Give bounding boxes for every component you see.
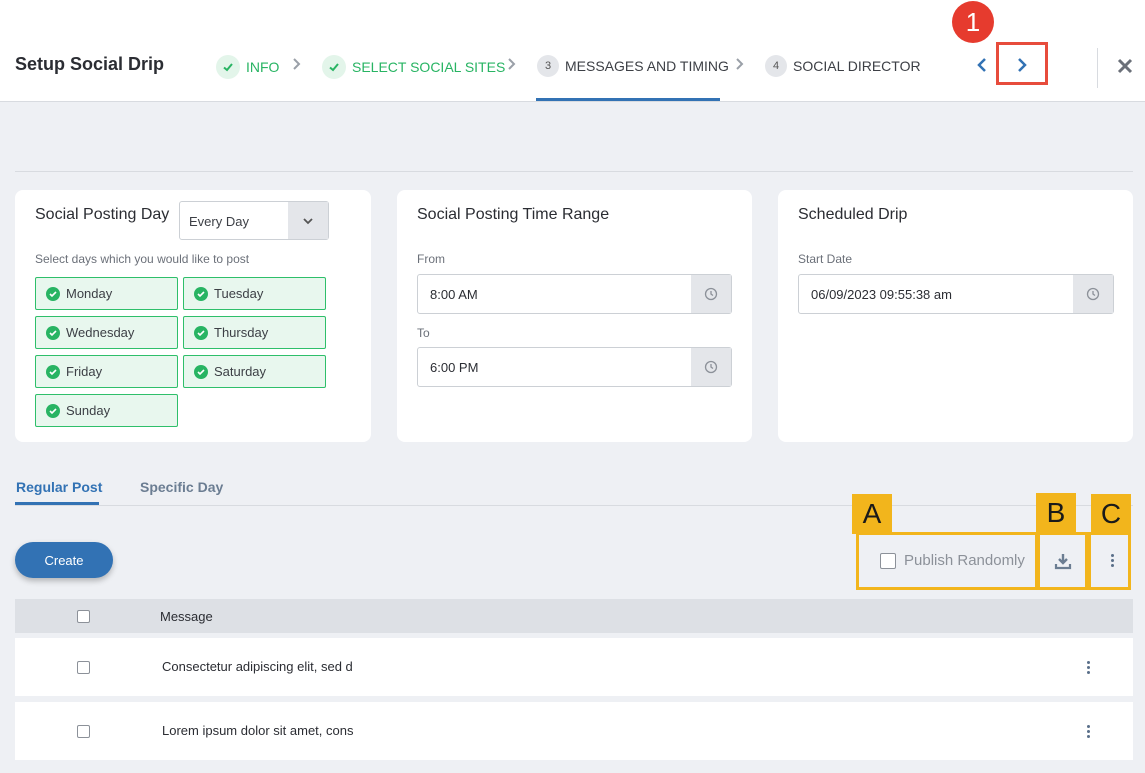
page-title: Setup Social Drip (15, 54, 165, 74)
check-circle-icon (46, 403, 60, 418)
day-tuesday[interactable]: Tuesday (183, 277, 326, 310)
day-label: Sunday (66, 403, 111, 418)
row-actions-icon[interactable] (1087, 661, 1090, 674)
row-actions-icon[interactable] (1087, 725, 1090, 738)
day-saturday[interactable]: Saturday (183, 355, 326, 388)
tab-specific-day[interactable]: Specific Day (140, 479, 223, 495)
check-circle-icon (194, 364, 208, 379)
card-title: Social Posting Time Range (417, 206, 610, 223)
select-value: Every Day (189, 214, 249, 229)
annotation-highlight-next (996, 42, 1048, 85)
download-icon (1054, 554, 1072, 570)
table-row[interactable]: Consectetur adipiscing elit, sed d (15, 638, 1133, 696)
card-title: Social Posting Day (35, 206, 170, 223)
close-icon (1117, 58, 1133, 74)
card-title: Scheduled Drip (798, 206, 908, 223)
input-value: 8:00 AM (430, 287, 478, 302)
annotation-label-a: A (852, 494, 892, 534)
select-all-checkbox[interactable] (77, 610, 90, 623)
step-info[interactable]: INFO (216, 55, 279, 79)
chevron-right-icon (507, 57, 517, 74)
more-options-button[interactable] (1111, 554, 1114, 567)
row-message: Lorem ipsum dolor sit amet, cons (162, 723, 354, 738)
posting-day-card: Social Posting Day Every Day Select days… (15, 190, 371, 442)
check-icon (216, 55, 240, 79)
table-header: Message (15, 599, 1133, 633)
step-social-director[interactable]: 4 SOCIAL DIRECTOR (765, 55, 921, 77)
publish-randomly-toggle[interactable]: Publish Randomly (880, 552, 1025, 569)
prev-step-button[interactable] (971, 52, 993, 78)
close-button[interactable] (1114, 55, 1136, 77)
row-checkbox[interactable] (77, 725, 90, 738)
annotation-label-c: C (1091, 494, 1131, 534)
chevron-right-icon (292, 57, 302, 74)
publish-randomly-label: Publish Randomly (904, 552, 1025, 569)
annotation-badge: 1 (952, 1, 994, 43)
time-range-card: Social Posting Time Range From 8:00 AM T… (397, 190, 752, 442)
day-label: Monday (66, 286, 113, 301)
scheduled-drip-card: Scheduled Drip Start Date 06/09/2023 09:… (778, 190, 1133, 442)
chevron-down-icon (288, 202, 328, 239)
to-time-input[interactable]: 6:00 PM (417, 347, 732, 387)
divider (1097, 48, 1098, 88)
chevron-right-icon (735, 57, 745, 74)
check-circle-icon (194, 325, 208, 340)
step-label: INFO (246, 59, 280, 75)
step-label: SOCIAL DIRECTOR (793, 58, 921, 74)
days-hint: Select days which you would like to post (35, 252, 250, 266)
step-label: MESSAGES AND TIMING (565, 58, 729, 74)
row-message: Consectetur adipiscing elit, sed d (162, 659, 353, 674)
clock-icon[interactable] (691, 275, 731, 313)
start-date-input[interactable]: 06/09/2023 09:55:38 am (798, 274, 1114, 314)
day-label: Thursday (214, 325, 269, 340)
create-button[interactable]: Create (15, 542, 113, 578)
column-header-message: Message (160, 609, 213, 624)
publish-randomly-checkbox[interactable] (880, 552, 896, 569)
day-label: Friday (66, 364, 103, 379)
step-messages-and-timing[interactable]: 3 MESSAGES AND TIMING (537, 55, 729, 77)
to-label: To (417, 326, 430, 340)
check-circle-icon (194, 286, 208, 301)
header-bar: Setup Social Drip INFO SELECT SOCIAL SIT… (0, 0, 1145, 102)
check-circle-icon (46, 364, 60, 379)
step-select-social-sites[interactable]: SELECT SOCIAL SITES (322, 55, 505, 79)
input-value: 06/09/2023 09:55:38 am (811, 287, 952, 302)
start-date-label: Start Date (798, 252, 853, 266)
step-number: 3 (537, 55, 559, 77)
day-thursday[interactable]: Thursday (183, 316, 326, 349)
check-circle-icon (46, 325, 60, 340)
check-circle-icon (46, 286, 60, 301)
table-row[interactable]: Lorem ipsum dolor sit amet, cons (15, 702, 1133, 760)
step-number: 4 (765, 55, 787, 77)
day-label: Wednesday (66, 325, 135, 340)
divider (15, 171, 1133, 172)
annotation-box-c (1088, 532, 1131, 590)
day-sunday[interactable]: Sunday (35, 394, 178, 427)
divider (15, 505, 1133, 506)
download-button[interactable] (1052, 550, 1074, 572)
day-label: Saturday (214, 364, 267, 379)
annotation-label-b: B (1036, 493, 1076, 533)
input-value: 6:00 PM (430, 360, 479, 375)
day-label: Tuesday (214, 286, 264, 301)
row-checkbox[interactable] (77, 661, 90, 674)
day-wednesday[interactable]: Wednesday (35, 316, 178, 349)
from-label: From (417, 252, 445, 266)
posting-day-select[interactable]: Every Day (179, 201, 329, 240)
step-label: SELECT SOCIAL SITES (352, 59, 506, 75)
day-friday[interactable]: Friday (35, 355, 178, 388)
clock-icon[interactable] (1073, 275, 1113, 313)
clock-icon[interactable] (691, 348, 731, 386)
day-monday[interactable]: Monday (35, 277, 178, 310)
from-time-input[interactable]: 8:00 AM (417, 274, 732, 314)
tab-regular-post[interactable]: Regular Post (16, 479, 102, 495)
check-icon (322, 55, 346, 79)
active-step-underline (536, 98, 720, 101)
